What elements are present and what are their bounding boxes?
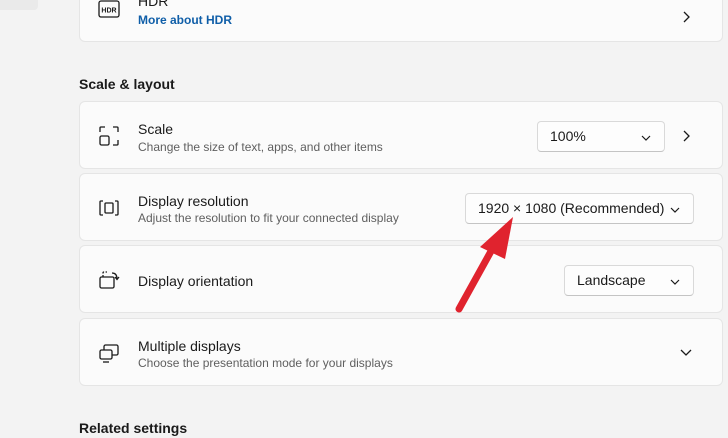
- sidebar-edge: [0, 0, 38, 10]
- chevron-down-icon: [669, 203, 681, 215]
- chevron-down-icon: [669, 275, 681, 287]
- orientation-icon: [97, 268, 121, 292]
- multiple-displays-icon: [97, 341, 121, 365]
- chevron-right-icon[interactable]: [678, 9, 694, 25]
- scale-dropdown[interactable]: 100%: [537, 121, 665, 152]
- chevron-down-icon: [640, 131, 652, 143]
- resolution-dropdown-value: 1920 × 1080 (Recommended): [478, 200, 665, 216]
- scale-card[interactable]: Scale Change the size of text, apps, and…: [79, 101, 723, 169]
- section-heading-scale-layout: Scale & layout: [79, 76, 175, 92]
- hdr-card[interactable]: HDR HDR More about HDR: [79, 0, 723, 42]
- resolution-icon: [97, 196, 121, 220]
- chevron-down-icon[interactable]: [678, 345, 694, 361]
- orientation-dropdown[interactable]: Landscape: [564, 265, 694, 296]
- multiple-displays-title: Multiple displays: [138, 338, 241, 354]
- display-resolution-card: Display resolution Adjust the resolution…: [79, 173, 723, 241]
- scale-icon: [97, 124, 121, 148]
- resolution-title: Display resolution: [138, 193, 249, 209]
- scale-subtitle: Change the size of text, apps, and other…: [138, 140, 383, 154]
- chevron-right-icon[interactable]: [678, 128, 694, 144]
- hdr-icon: HDR: [97, 0, 121, 21]
- hdr-title: HDR: [138, 0, 169, 9]
- scale-dropdown-value: 100%: [550, 128, 586, 144]
- resolution-subtitle: Adjust the resolution to fit your connec…: [138, 211, 399, 225]
- resolution-dropdown[interactable]: 1920 × 1080 (Recommended): [465, 193, 694, 224]
- svg-text:HDR: HDR: [101, 8, 116, 15]
- orientation-dropdown-value: Landscape: [577, 272, 646, 288]
- section-heading-related-settings: Related settings: [79, 420, 188, 436]
- more-about-hdr-link[interactable]: More about HDR: [138, 13, 232, 27]
- multiple-displays-subtitle: Choose the presentation mode for your di…: [138, 356, 393, 370]
- multiple-displays-card[interactable]: Multiple displays Choose the presentatio…: [79, 318, 723, 386]
- display-orientation-card: Display orientation Landscape: [79, 245, 723, 313]
- orientation-title: Display orientation: [138, 273, 254, 289]
- scale-title: Scale: [138, 121, 174, 137]
